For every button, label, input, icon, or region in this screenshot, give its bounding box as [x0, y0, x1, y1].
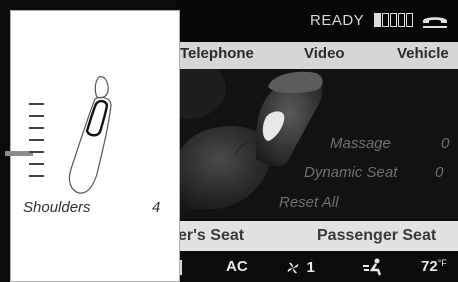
- dynamic-seat-value: 0: [435, 164, 444, 181]
- divider: [180, 260, 182, 275]
- tab-telephone[interactable]: Telephone: [180, 45, 254, 62]
- ac-button[interactable]: AC: [226, 258, 248, 275]
- tab-vehicle[interactable]: Vehicle: [397, 45, 449, 62]
- temperature-value[interactable]: 72°F: [421, 258, 447, 275]
- passenger-seat-tab[interactable]: Passenger Seat: [317, 227, 436, 245]
- backrest-outline-icon: [68, 76, 112, 194]
- scale-line: [29, 139, 44, 141]
- shoulders-value: 4: [152, 199, 161, 216]
- seat-settings-content: Massage 0 Dynamic Seat 0 Reset All: [176, 69, 458, 219]
- scale-line: [29, 175, 44, 177]
- shoulder-adjust-panel: Shoulders 4: [5, 10, 180, 282]
- scale-line: [29, 103, 44, 105]
- scale-line: [29, 151, 44, 153]
- signal-strength-icon: [374, 13, 416, 27]
- air-distribution-icon[interactable]: [362, 258, 384, 276]
- driver-seat-tab[interactable]: er's Seat: [178, 227, 244, 245]
- fan-speed-control[interactable]: 1: [286, 259, 315, 277]
- phone-handset-icon[interactable]: [420, 12, 450, 30]
- seat-selector-bar: er's Seat Passenger Seat: [176, 221, 458, 251]
- reset-all-option[interactable]: Reset All: [279, 194, 338, 211]
- ready-status: READY: [310, 12, 365, 29]
- main-tab-bar: Telephone Video Vehicle: [176, 42, 458, 69]
- scale-line: [29, 115, 44, 117]
- massage-option[interactable]: Massage: [330, 135, 391, 152]
- scale-line: [29, 163, 44, 165]
- climate-bar: AC 1 72°F: [176, 251, 458, 282]
- temperature-number: 72: [421, 258, 438, 275]
- massage-value: 0: [441, 135, 450, 152]
- scale-line: [29, 127, 44, 129]
- temperature-unit: °F: [437, 258, 447, 268]
- tab-video[interactable]: Video: [304, 45, 345, 62]
- fan-icon: [287, 262, 299, 274]
- shoulders-label: Shoulders: [23, 199, 91, 216]
- fan-speed-value: 1: [306, 259, 315, 276]
- dynamic-seat-option[interactable]: Dynamic Seat: [304, 164, 397, 181]
